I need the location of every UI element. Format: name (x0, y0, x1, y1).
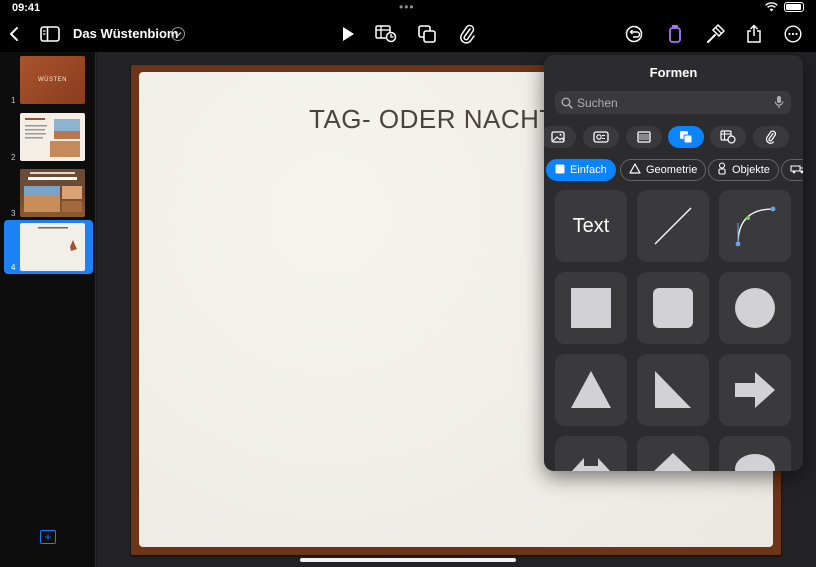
back-chevron-icon[interactable] (2, 22, 26, 46)
square-shape-icon (571, 288, 611, 328)
slide-thumbnail-1[interactable]: WÜSTEN 1 (0, 53, 96, 107)
circle-shape-icon (735, 288, 775, 328)
slide-thumbnail-image (20, 169, 85, 217)
slide-thumbnail-3[interactable]: 3 (0, 166, 96, 220)
paperclip-icon[interactable] (455, 22, 479, 46)
double-arrow-shape-icon (571, 458, 611, 471)
shape-square[interactable] (555, 272, 627, 344)
more-options-icon[interactable] (781, 22, 805, 46)
slide-thumbnail-2[interactable]: 2 (0, 110, 96, 164)
shape-double-arrow[interactable] (555, 436, 627, 471)
shapes-popover: Formen Einfach (544, 55, 803, 471)
status-time: 09:41 (12, 2, 41, 14)
format-brush-icon[interactable] (663, 22, 687, 46)
texture-icon[interactable] (626, 126, 662, 148)
shape-search-box[interactable] (555, 91, 791, 114)
subcategory-objekte[interactable]: Objekte (708, 159, 779, 181)
undo-icon[interactable] (622, 22, 646, 46)
status-indicators (765, 2, 804, 12)
search-icon (561, 96, 573, 114)
chart-icon[interactable] (710, 126, 746, 148)
title-chevron-down-icon[interactable] (171, 27, 185, 41)
pentagon-shape-icon (654, 453, 692, 471)
status-bar: 09:41 ••• (0, 0, 816, 16)
slide-number: 1 (11, 96, 16, 105)
home-indicator[interactable] (300, 558, 516, 562)
right-triangle-shape-icon (655, 371, 691, 408)
play-icon[interactable] (336, 22, 360, 46)
triangle-shape-icon (571, 371, 611, 408)
battery-icon (784, 2, 804, 12)
subcategory-label: Geometrie (646, 164, 698, 176)
microphone-icon[interactable] (774, 95, 784, 114)
shape-circle[interactable] (719, 272, 791, 344)
objects-icon (717, 162, 727, 178)
popover-title: Formen (649, 65, 698, 80)
multitasking-dots-icon[interactable]: ••• (399, 0, 415, 14)
thumbnail-title: WÜSTEN (38, 77, 67, 83)
arrow-shape-icon (735, 372, 775, 408)
shape-subcategory-tabs: Einfach Geometrie Objekte (544, 159, 803, 183)
subcategory-more[interactable] (781, 159, 803, 181)
subcategory-label: Einfach (570, 164, 607, 176)
shape-line[interactable] (637, 190, 709, 262)
photo-icon[interactable] (544, 126, 576, 148)
slide-navigator: WÜSTEN 1 2 3 4 + (0, 52, 96, 567)
subcategory-einfach[interactable]: Einfach (546, 159, 616, 181)
paperclip-icon[interactable] (753, 126, 789, 148)
slide-number: 2 (11, 153, 16, 162)
slide-thumbnail-image (20, 113, 85, 161)
shape-right-triangle[interactable] (637, 354, 709, 426)
subcategory-geometrie[interactable]: Geometrie (620, 159, 707, 181)
slide-thumbnail-4[interactable]: 4 (4, 220, 93, 274)
subcategory-label: Objekte (732, 164, 770, 176)
table-chart-icon[interactable] (374, 22, 398, 46)
slide-title[interactable]: TAG- ODER NACHTA (309, 104, 572, 135)
curve-shape-icon (735, 206, 776, 247)
shape-curve[interactable] (719, 190, 791, 262)
rounded-square-shape-icon (653, 288, 693, 328)
media-icon[interactable] (583, 126, 619, 148)
shape-speech-bubble[interactable] (719, 436, 791, 471)
shape-text[interactable]: Text (555, 190, 627, 262)
shape-triangle[interactable] (555, 354, 627, 426)
vehicle-icon (790, 163, 803, 177)
search-input[interactable] (577, 95, 767, 111)
sidebar-toggle-icon[interactable] (38, 22, 62, 46)
speech-bubble-shape-icon (735, 454, 775, 471)
shapes-icon[interactable] (415, 22, 439, 46)
shape-pentagon[interactable] (637, 436, 709, 471)
slide-number: 3 (11, 209, 16, 218)
square-icon (555, 164, 565, 177)
wifi-icon (765, 2, 778, 12)
tools-hammer-icon[interactable] (703, 22, 727, 46)
document-title[interactable]: Das Wüstenbiom (73, 26, 178, 41)
slide-thumbnail-image: WÜSTEN (20, 56, 85, 104)
slide-number: 4 (11, 263, 16, 272)
triangle-outline-icon (629, 163, 641, 177)
shapes-icon[interactable] (668, 126, 704, 148)
shape-category-tabs (544, 126, 803, 150)
share-icon[interactable] (742, 22, 766, 46)
text-shape-label: Text (572, 214, 610, 237)
shape-rounded-square[interactable] (637, 272, 709, 344)
add-slide-button[interactable]: + (40, 530, 56, 544)
line-shape-icon (654, 207, 692, 245)
shape-arrow[interactable] (719, 354, 791, 426)
slide-thumbnail-image (20, 223, 85, 271)
toolbar: Das Wüstenbiom (0, 16, 816, 52)
